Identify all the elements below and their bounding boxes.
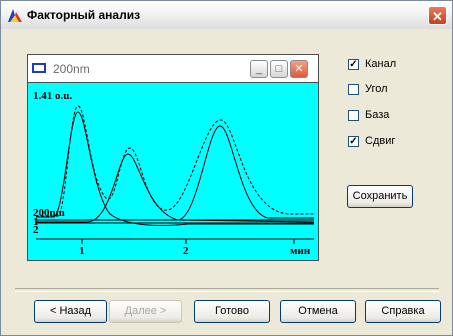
cancel-button[interactable]: Отмена <box>280 300 356 323</box>
save-button[interactable]: Сохранить <box>347 185 413 208</box>
option-angle-label: Угол <box>365 83 388 95</box>
factor-analysis-dialog: Факторный анализ ✕ 200nm _ □ ✕ 1.41 o.u.… <box>0 0 453 336</box>
help-button[interactable]: Справка <box>365 300 441 323</box>
x-tick-label-2: 2 <box>183 245 189 257</box>
chromatogram-title: 200nm <box>53 62 90 76</box>
chart-app-icon <box>8 9 22 22</box>
separator <box>15 288 439 292</box>
title-bar[interactable]: Факторный анализ ✕ <box>1 1 452 29</box>
x-tick-label-units: мин <box>290 245 311 257</box>
option-base-label: База <box>365 109 390 121</box>
max-value-label: 1.41 o.u. <box>33 90 72 102</box>
chromatogram-window: 200nm _ □ ✕ 1.41 o.u. 200nm 1 2 1 2 мин <box>27 54 319 261</box>
done-button[interactable]: Готово <box>194 300 270 323</box>
option-channel-label: Канал <box>365 58 397 70</box>
close-button[interactable]: ✕ <box>428 6 447 25</box>
checkbox-shift[interactable]: ✓ <box>348 136 359 147</box>
inner-close-button[interactable]: ✕ <box>290 60 308 78</box>
minimize-icon: _ <box>255 63 263 75</box>
chromatogram-title-bar[interactable]: 200nm _ □ ✕ <box>28 55 318 83</box>
option-shift-label: Сдвиг <box>365 135 396 147</box>
curve-mark-2: 2 <box>33 224 39 236</box>
peak-2-curve <box>36 153 315 223</box>
window-title: Факторный анализ <box>27 8 141 22</box>
sum-curve <box>36 105 314 217</box>
minimize-button[interactable]: _ <box>250 60 268 78</box>
checkbox-base[interactable] <box>348 110 359 121</box>
maximize-button[interactable]: □ <box>270 60 288 78</box>
close-icon: ✕ <box>294 63 304 75</box>
checkmark-icon: ✓ <box>349 59 358 70</box>
next-button[interactable]: Далее > <box>109 300 182 323</box>
close-icon: ✕ <box>432 9 443 24</box>
x-tick-label-1: 1 <box>79 245 85 257</box>
checkbox-channel[interactable]: ✓ <box>348 59 359 70</box>
checkmark-icon: ✓ <box>349 136 358 147</box>
chromatogram-plot: 1.41 o.u. 200nm 1 2 1 2 мин <box>33 90 315 257</box>
window-icon <box>32 63 46 73</box>
maximize-icon: □ <box>275 63 283 75</box>
back-button[interactable]: < Назад <box>34 300 107 323</box>
checkbox-angle[interactable] <box>348 84 359 95</box>
